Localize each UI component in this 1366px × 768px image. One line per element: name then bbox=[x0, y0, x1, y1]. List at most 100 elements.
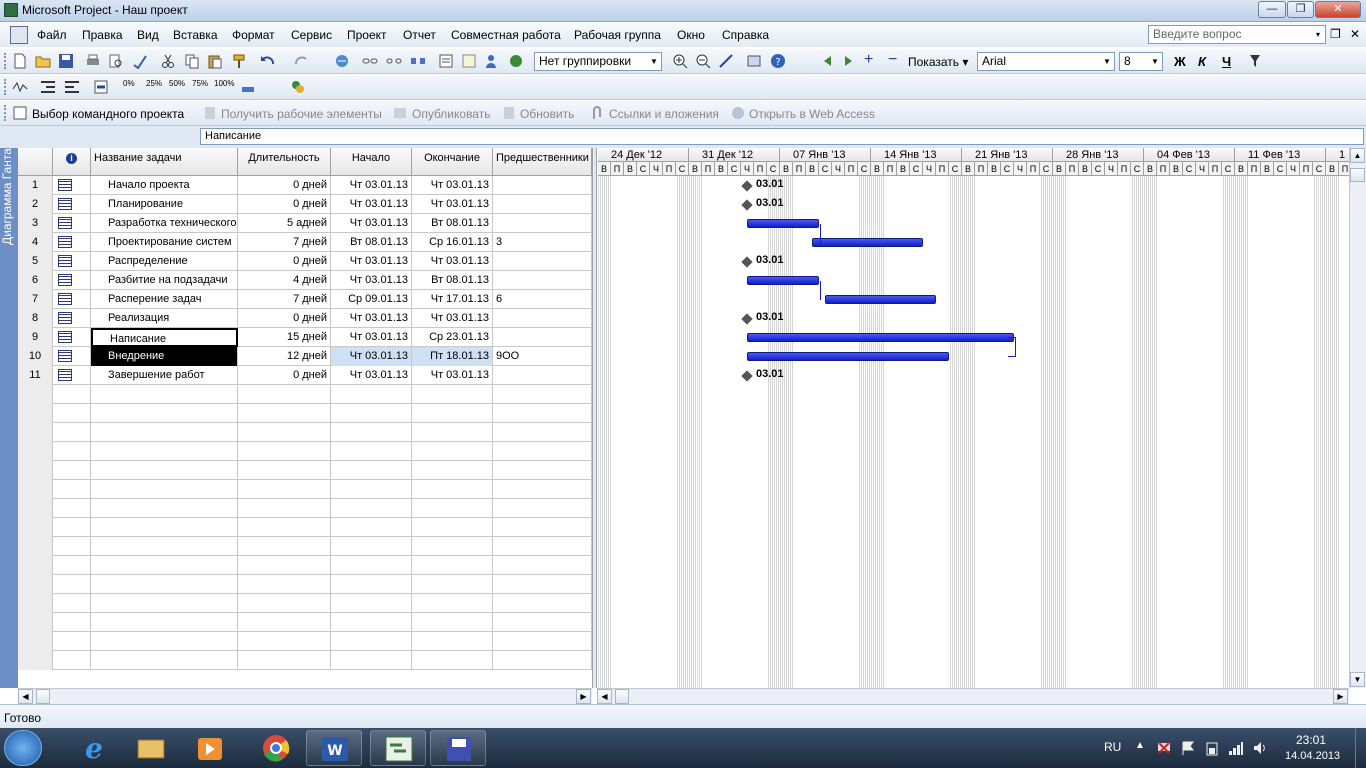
gantt-scroll-thumb[interactable] bbox=[615, 689, 629, 704]
task-name-cell[interactable]: Распределение bbox=[91, 252, 238, 271]
start-cell[interactable]: Чт 03.01.13 bbox=[331, 347, 412, 366]
table-row[interactable] bbox=[18, 499, 592, 518]
help-search-input[interactable]: Введите вопрос ▾ bbox=[1148, 25, 1326, 44]
row-id[interactable]: 6 bbox=[18, 271, 53, 290]
row-indicator[interactable] bbox=[53, 385, 91, 404]
row-indicator[interactable] bbox=[53, 518, 91, 537]
duration-cell[interactable]: 4 дней bbox=[238, 271, 331, 290]
entry-field[interactable]: Написание bbox=[200, 128, 1364, 145]
finish-cell[interactable] bbox=[412, 461, 493, 480]
start-cell[interactable]: Вт 08.01.13 bbox=[331, 233, 412, 252]
undo-icon[interactable] bbox=[260, 53, 276, 69]
row-id[interactable] bbox=[18, 556, 53, 575]
finish-cell[interactable]: Чт 03.01.13 bbox=[412, 195, 493, 214]
duration-cell[interactable] bbox=[238, 537, 331, 556]
outdent-icon[interactable] bbox=[64, 79, 80, 95]
name-column-header[interactable]: Название задачи bbox=[91, 148, 238, 176]
finish-cell[interactable]: Чт 03.01.13 bbox=[412, 252, 493, 271]
menu-collaborate[interactable]: Совместная работа bbox=[451, 28, 561, 42]
task-bar[interactable] bbox=[747, 219, 819, 228]
row-indicator[interactable] bbox=[53, 347, 91, 366]
row-id[interactable] bbox=[18, 575, 53, 594]
gantt-horizontal-scrollbar[interactable]: ◀ ▶ bbox=[597, 688, 1349, 704]
start-cell[interactable]: Ср 09.01.13 bbox=[331, 290, 412, 309]
predecessors-cell[interactable] bbox=[493, 575, 592, 594]
task-name-cell[interactable] bbox=[91, 575, 238, 594]
predecessors-cell[interactable] bbox=[493, 404, 592, 423]
table-row[interactable] bbox=[18, 385, 592, 404]
help-dropdown-icon[interactable]: ▾ bbox=[1311, 26, 1325, 43]
cut-icon[interactable] bbox=[160, 53, 176, 69]
table-row[interactable]: 3 Разработка технического 5 адней Чт 03.01.… bbox=[18, 214, 592, 233]
taskbar-explorer-icon[interactable] bbox=[122, 730, 178, 766]
vertical-scroll-thumb[interactable] bbox=[1350, 168, 1365, 182]
table-row[interactable]: 4 Проектирование систем 7 дней Вт 08.01.13 С… bbox=[18, 233, 592, 252]
start-cell[interactable]: Чт 03.01.13 bbox=[331, 214, 412, 233]
menu-help[interactable]: Справка bbox=[722, 28, 769, 42]
row-indicator[interactable] bbox=[53, 252, 91, 271]
scroll-down-icon[interactable]: ▼ bbox=[1350, 672, 1365, 687]
table-scroll-right-icon[interactable]: ▶ bbox=[576, 689, 591, 704]
unlink-tasks-icon[interactable] bbox=[386, 53, 402, 69]
taskbar-project-icon[interactable] bbox=[370, 730, 426, 766]
menu-project[interactable]: Проект bbox=[347, 28, 387, 42]
duration-cell[interactable] bbox=[238, 480, 331, 499]
start-cell[interactable] bbox=[331, 632, 412, 651]
table-row[interactable] bbox=[18, 594, 592, 613]
duration-cell[interactable] bbox=[238, 613, 331, 632]
task-name-cell[interactable]: Расперение задач bbox=[91, 290, 238, 309]
show-dropdown[interactable]: Показать ▾ bbox=[908, 55, 968, 69]
scroll-up-icon[interactable]: ▲ bbox=[1350, 148, 1365, 163]
task-name-cell[interactable]: Реализация bbox=[91, 309, 238, 328]
open-folder-icon[interactable] bbox=[35, 53, 51, 69]
row-id[interactable]: 10 bbox=[18, 347, 53, 366]
row-indicator[interactable] bbox=[53, 214, 91, 233]
minimize-button[interactable]: — bbox=[1258, 1, 1286, 18]
start-cell[interactable] bbox=[331, 442, 412, 461]
task-name-cell[interactable] bbox=[91, 651, 238, 670]
predecessors-cell[interactable]: 3 bbox=[493, 233, 592, 252]
tray-expand-icon[interactable]: ▲ bbox=[1135, 740, 1145, 751]
task-name-cell[interactable]: Написание bbox=[91, 328, 238, 347]
row-id[interactable]: 4 bbox=[18, 233, 53, 252]
volume-icon[interactable] bbox=[1252, 740, 1268, 756]
italic-button[interactable]: К bbox=[1198, 54, 1206, 69]
info-column-header[interactable]: i bbox=[53, 148, 91, 176]
get-work-items-button[interactable]: Получить рабочие элементы bbox=[221, 107, 382, 121]
table-row[interactable] bbox=[18, 632, 592, 651]
network-signal-icon[interactable] bbox=[1228, 740, 1244, 756]
refresh-button[interactable]: Обновить bbox=[520, 107, 574, 121]
document-icon[interactable] bbox=[10, 26, 28, 44]
start-cell[interactable] bbox=[331, 556, 412, 575]
start-cell[interactable] bbox=[331, 385, 412, 404]
start-cell[interactable]: Чт 03.01.13 bbox=[331, 195, 412, 214]
row-indicator[interactable] bbox=[53, 442, 91, 461]
task-name-cell[interactable] bbox=[91, 461, 238, 480]
duration-cell[interactable] bbox=[238, 575, 331, 594]
taskbar-media-player-icon[interactable] bbox=[182, 730, 238, 766]
predecessors-cell[interactable] bbox=[493, 214, 592, 233]
task-name-cell[interactable] bbox=[91, 442, 238, 461]
start-cell[interactable]: Чт 03.01.13 bbox=[331, 328, 412, 347]
table-row[interactable]: 8 Реализация 0 дней Чт 03.01.13 Чт 03.01.13 bbox=[18, 309, 592, 328]
show-subtasks-icon[interactable]: + bbox=[864, 51, 873, 69]
task-bar[interactable] bbox=[747, 352, 949, 361]
table-row[interactable]: 2 Планирование 0 дней Чт 03.01.13 Чт 03.01.1… bbox=[18, 195, 592, 214]
finish-cell[interactable] bbox=[412, 404, 493, 423]
finish-cell[interactable] bbox=[412, 518, 493, 537]
predecessors-cell[interactable] bbox=[493, 252, 592, 271]
duration-cell[interactable] bbox=[238, 423, 331, 442]
task-name-cell[interactable] bbox=[91, 385, 238, 404]
row-id[interactable]: 7 bbox=[18, 290, 53, 309]
finish-cell[interactable] bbox=[412, 423, 493, 442]
task-name-cell[interactable]: Разбитие на подзадачи bbox=[91, 271, 238, 290]
start-cell[interactable] bbox=[331, 404, 412, 423]
start-cell[interactable]: Чт 03.01.13 bbox=[331, 366, 412, 385]
milestone-marker[interactable] bbox=[741, 180, 753, 192]
row-indicator[interactable] bbox=[53, 480, 91, 499]
task-name-cell[interactable] bbox=[91, 480, 238, 499]
table-row[interactable]: 6 Разбитие на подзадачи 4 дней Чт 03.01.13 В… bbox=[18, 271, 592, 290]
predecessors-cell[interactable] bbox=[493, 309, 592, 328]
task-name-cell[interactable]: Внедрение bbox=[91, 347, 238, 366]
finish-cell[interactable]: Чт 03.01.13 bbox=[412, 366, 493, 385]
